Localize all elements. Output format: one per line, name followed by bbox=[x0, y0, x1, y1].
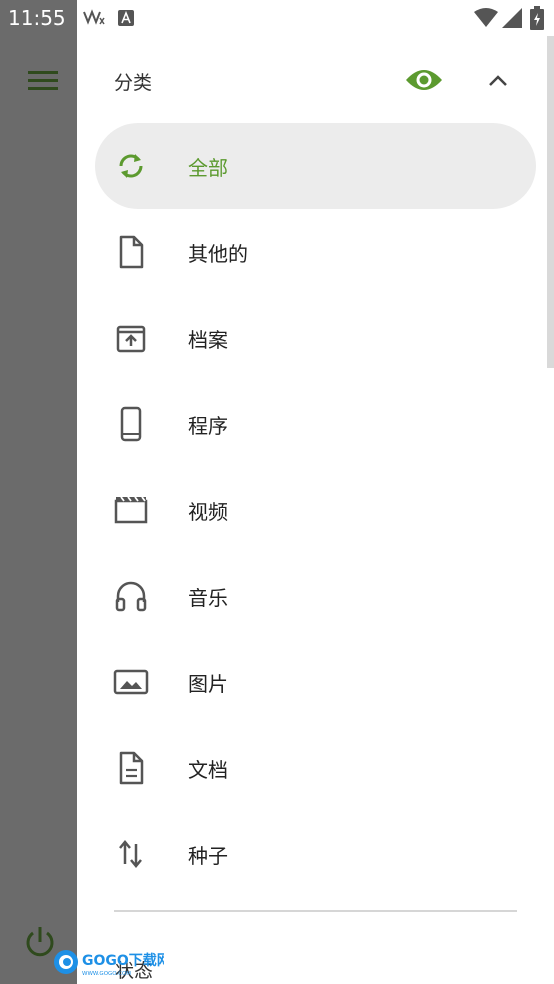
usb-debug-icon bbox=[83, 9, 105, 25]
scrollbar-thumb[interactable] bbox=[547, 36, 554, 368]
category-label: 文档 bbox=[188, 758, 228, 782]
drawer-header: 分类 bbox=[77, 36, 554, 124]
document-icon bbox=[119, 751, 144, 785]
category-label: 全部 bbox=[188, 156, 228, 180]
category-label: 视频 bbox=[188, 500, 228, 524]
category-item-apps[interactable]: 程序 bbox=[95, 381, 536, 467]
wifi-icon bbox=[474, 8, 498, 27]
watermark-url: WWW.GOGO.COM bbox=[82, 971, 131, 977]
refresh-icon bbox=[119, 154, 143, 178]
category-item-all[interactable]: 全部 bbox=[95, 123, 536, 209]
eye-icon[interactable] bbox=[404, 64, 444, 96]
accessibility-a-icon bbox=[118, 10, 134, 26]
battery-charging-icon bbox=[530, 6, 544, 30]
status-bar: 11:55 bbox=[0, 0, 554, 36]
category-item-documents[interactable]: 文档 bbox=[95, 725, 536, 811]
category-label: 种子 bbox=[188, 844, 228, 868]
category-item-archive[interactable]: 档案 bbox=[95, 295, 536, 381]
drawer-title: 分类 bbox=[114, 72, 153, 94]
movie-icon bbox=[114, 496, 148, 524]
signal-icon bbox=[502, 8, 522, 28]
archive-icon bbox=[116, 325, 146, 353]
category-label: 程序 bbox=[188, 414, 228, 438]
category-item-video[interactable]: 视频 bbox=[95, 467, 536, 553]
category-label: 图片 bbox=[188, 672, 228, 696]
watermark-brand: GOGO下载网 bbox=[82, 952, 164, 969]
category-label: 档案 bbox=[188, 328, 228, 352]
status-time: 11:55 bbox=[8, 6, 66, 30]
section-divider bbox=[114, 910, 517, 912]
category-drawer: 分类 全部 其他的 档案 程序 视频 音乐 图片 文档 种子 状态 bbox=[77, 36, 554, 984]
file-icon bbox=[119, 235, 144, 269]
phone-icon bbox=[120, 406, 142, 442]
image-icon bbox=[113, 669, 149, 695]
category-item-music[interactable]: 音乐 bbox=[95, 553, 536, 639]
content-scrim[interactable] bbox=[0, 36, 77, 984]
watermark-logo: GOGO下载网 WWW.GOGO.COM bbox=[54, 950, 164, 977]
category-item-other[interactable]: 其他的 bbox=[95, 209, 536, 295]
torrent-arrows-icon bbox=[119, 840, 142, 868]
hamburger-menu-icon[interactable] bbox=[26, 66, 60, 96]
category-label: 其他的 bbox=[188, 242, 248, 266]
chevron-up-icon[interactable] bbox=[483, 66, 513, 94]
category-item-images[interactable]: 图片 bbox=[95, 639, 536, 725]
headphones-icon bbox=[115, 581, 147, 612]
category-label: 音乐 bbox=[188, 586, 228, 610]
category-item-torrents[interactable]: 种子 bbox=[95, 811, 536, 897]
